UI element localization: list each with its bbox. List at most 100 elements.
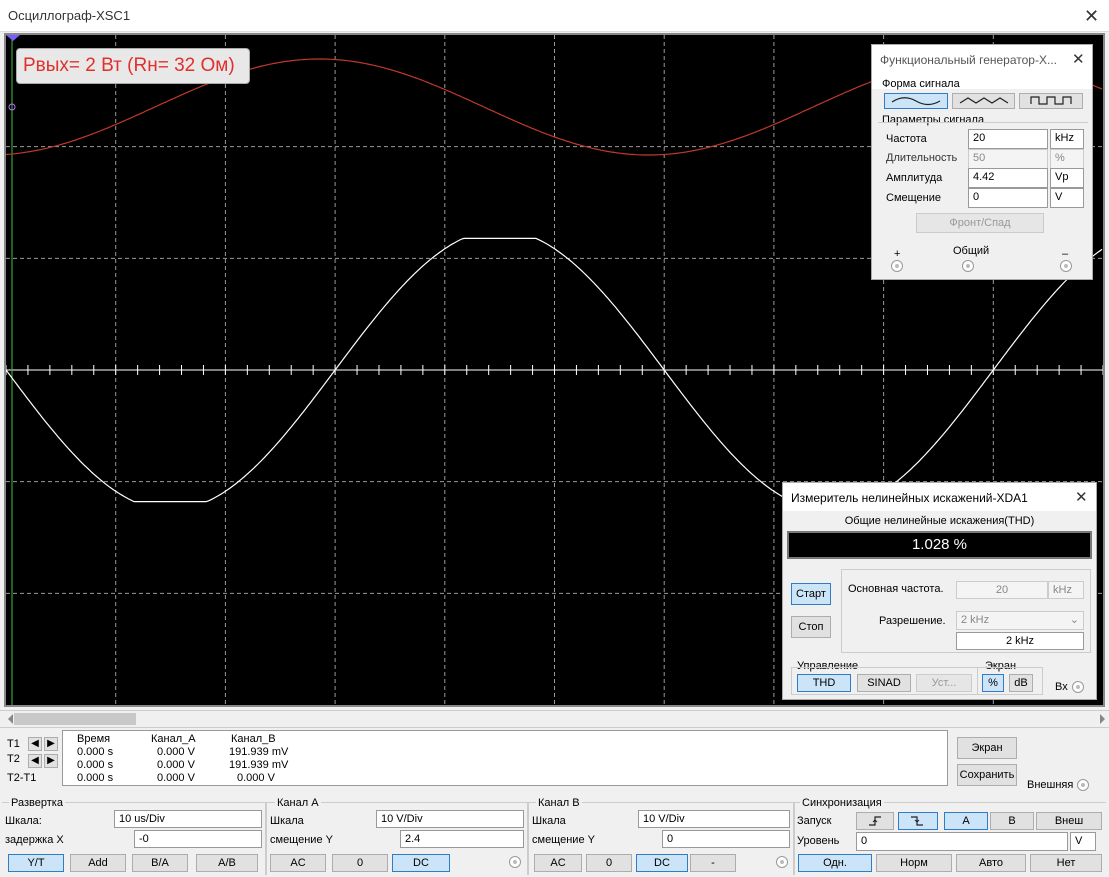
trigger-level-unit[interactable]: V: [1070, 832, 1096, 851]
param-label-offset: Смещение: [886, 192, 942, 204]
header-channel-a: Канал_A: [151, 733, 196, 745]
channel-b-invert-button[interactable]: -: [690, 854, 736, 872]
header-channel-b: Канал_B: [231, 733, 276, 745]
trigger-normal-button[interactable]: Норм: [876, 854, 952, 872]
save-button[interactable]: Сохранить: [957, 764, 1017, 786]
rising-edge-button[interactable]: [856, 812, 894, 830]
resolution-label: Разрешение.: [879, 615, 946, 627]
amplitude-input[interactable]: 4.42: [968, 168, 1048, 188]
waveform-label: Форма сигнала: [882, 78, 960, 90]
channel-a-offset-label: смещение Y: [270, 834, 333, 846]
t1-channel-a: 0.000 V: [157, 746, 195, 758]
trigger-level-label: Уровень: [797, 835, 840, 847]
frequency-unit[interactable]: kHz: [1050, 129, 1084, 149]
close-icon[interactable]: ✕: [1084, 7, 1099, 25]
minus-terminal[interactable]: [1060, 260, 1072, 272]
channel-b-ac-button[interactable]: AC: [534, 854, 582, 872]
plus-terminal[interactable]: [891, 260, 903, 272]
thd-start-button[interactable]: Старт: [791, 583, 831, 605]
trigger-level-input[interactable]: 0: [856, 832, 1068, 851]
frequency-input[interactable]: 20: [968, 129, 1048, 149]
trigger-source-external-button[interactable]: Внеш: [1036, 812, 1102, 830]
trigger-source-b-button[interactable]: B: [990, 812, 1034, 830]
triangle-wave-button[interactable]: [952, 93, 1015, 109]
common-terminal[interactable]: [962, 260, 974, 272]
t2-right-arrow-icon[interactable]: ▶: [44, 754, 58, 768]
external-trigger-terminal[interactable]: [1077, 779, 1089, 791]
channel-b-title: Канал B: [536, 797, 582, 809]
channel-a-zero-button[interactable]: 0: [332, 854, 388, 872]
reverse-screen-button[interactable]: Экран: [957, 737, 1017, 759]
channel-a-dc-button[interactable]: DC: [392, 854, 450, 872]
generator-close-icon[interactable]: ✕: [1072, 51, 1085, 69]
thd-mode-button[interactable]: THD: [797, 674, 851, 692]
square-wave-icon: [1030, 96, 1072, 105]
offset-input[interactable]: 0: [968, 188, 1048, 208]
ba-mode-button[interactable]: B/A: [132, 854, 188, 872]
thd-title: Измеритель нелинейных искажений-XDA1: [791, 491, 1028, 505]
thd-close-icon[interactable]: ✕: [1075, 489, 1088, 507]
channel-b-dc-button[interactable]: DC: [636, 854, 688, 872]
channel-b-scale-label: Шкала: [532, 815, 566, 827]
t1-channel-b: 191.939 mV: [229, 746, 289, 758]
scroll-right-icon[interactable]: [1100, 714, 1105, 724]
channel-a-offset-input[interactable]: 2.4: [400, 830, 524, 848]
function-generator-panel: Функциональный генератор-X... ✕ Форма си…: [871, 44, 1093, 280]
x-delay-input[interactable]: -0: [134, 830, 262, 848]
thd-title-bar: Измеритель нелинейных искажений-XDA1 ✕: [783, 483, 1096, 511]
ab-mode-button[interactable]: A/B: [196, 854, 258, 872]
channel-b-offset-input[interactable]: 0: [662, 830, 790, 848]
scroll-left-icon[interactable]: [4, 714, 13, 724]
offset-unit[interactable]: V: [1050, 188, 1084, 208]
square-wave-button[interactable]: [1019, 93, 1083, 109]
diff-channel-b: 0.000 V: [237, 772, 275, 784]
horizontal-scrollbar[interactable]: [0, 710, 1109, 728]
channel-b-terminal[interactable]: [776, 856, 788, 868]
window-title-bar: Осциллограф-XSC1 ✕: [0, 0, 1109, 32]
channel-a-ac-button[interactable]: AC: [270, 854, 326, 872]
window-title: Осциллограф-XSC1: [8, 8, 131, 23]
rising-edge-icon: [869, 816, 881, 826]
percent-display-button[interactable]: %: [982, 674, 1004, 692]
amplitude-unit[interactable]: Vp: [1050, 168, 1084, 188]
t1-left-arrow-icon[interactable]: ◀: [28, 737, 42, 751]
sine-wave-button[interactable]: [884, 93, 948, 109]
param-label-duty: Длительность: [886, 152, 958, 164]
yt-mode-button[interactable]: Y/T: [8, 854, 64, 872]
channel-b-zero-button[interactable]: 0: [586, 854, 632, 872]
input-terminal[interactable]: [1072, 681, 1084, 693]
channel-b-scale-input[interactable]: 10 V/Div: [638, 810, 790, 828]
scrollbar-thumb[interactable]: [14, 713, 136, 725]
channel-b-offset-label: смещение Y: [532, 834, 595, 846]
db-display-button[interactable]: dB: [1009, 674, 1033, 692]
trigger-source-a-button[interactable]: A: [944, 812, 988, 830]
channel-a-terminal[interactable]: [509, 856, 521, 868]
plus-terminal-label: +: [894, 248, 901, 260]
trigger-auto-button[interactable]: Авто: [956, 854, 1026, 872]
thd-stop-button[interactable]: Стоп: [791, 616, 831, 638]
trigger-marker-icon: [6, 35, 20, 41]
trigger-none-button[interactable]: Нет: [1030, 854, 1102, 872]
thd-settings-button: Уст...: [916, 674, 972, 692]
readout-table: Время Канал_A Канал_B 0.000 s 0.000 V 19…: [62, 730, 948, 786]
trigger-title: Синхронизация: [800, 797, 884, 809]
duty-unit: %: [1050, 149, 1084, 169]
channel-a-scale-input[interactable]: 10 V/Div: [376, 810, 524, 828]
trigger-edge-label: Запуск: [797, 815, 832, 827]
add-mode-button[interactable]: Add: [70, 854, 126, 872]
falling-edge-button[interactable]: [898, 812, 938, 830]
resolution-readout: 2 kHz: [956, 632, 1084, 650]
t2-left-arrow-icon[interactable]: ◀: [28, 754, 42, 768]
param-label-amplitude: Амплитуда: [886, 172, 943, 184]
falling-edge-icon: [911, 816, 923, 826]
duty-input: 50: [968, 149, 1048, 169]
timebase-scale-input[interactable]: 10 us/Div: [114, 810, 262, 828]
t2-channel-b: 191.939 mV: [229, 759, 289, 771]
chevron-down-icon: ⌄: [1069, 614, 1079, 626]
cursor-diff-label: T2-T1: [7, 772, 37, 784]
sinad-mode-button[interactable]: SINAD: [857, 674, 911, 692]
t1-right-arrow-icon[interactable]: ▶: [44, 737, 58, 751]
common-terminal-label: Общий: [953, 245, 990, 257]
trigger-single-button[interactable]: Одн.: [798, 854, 872, 872]
t2-time: 0.000 s: [77, 759, 114, 771]
